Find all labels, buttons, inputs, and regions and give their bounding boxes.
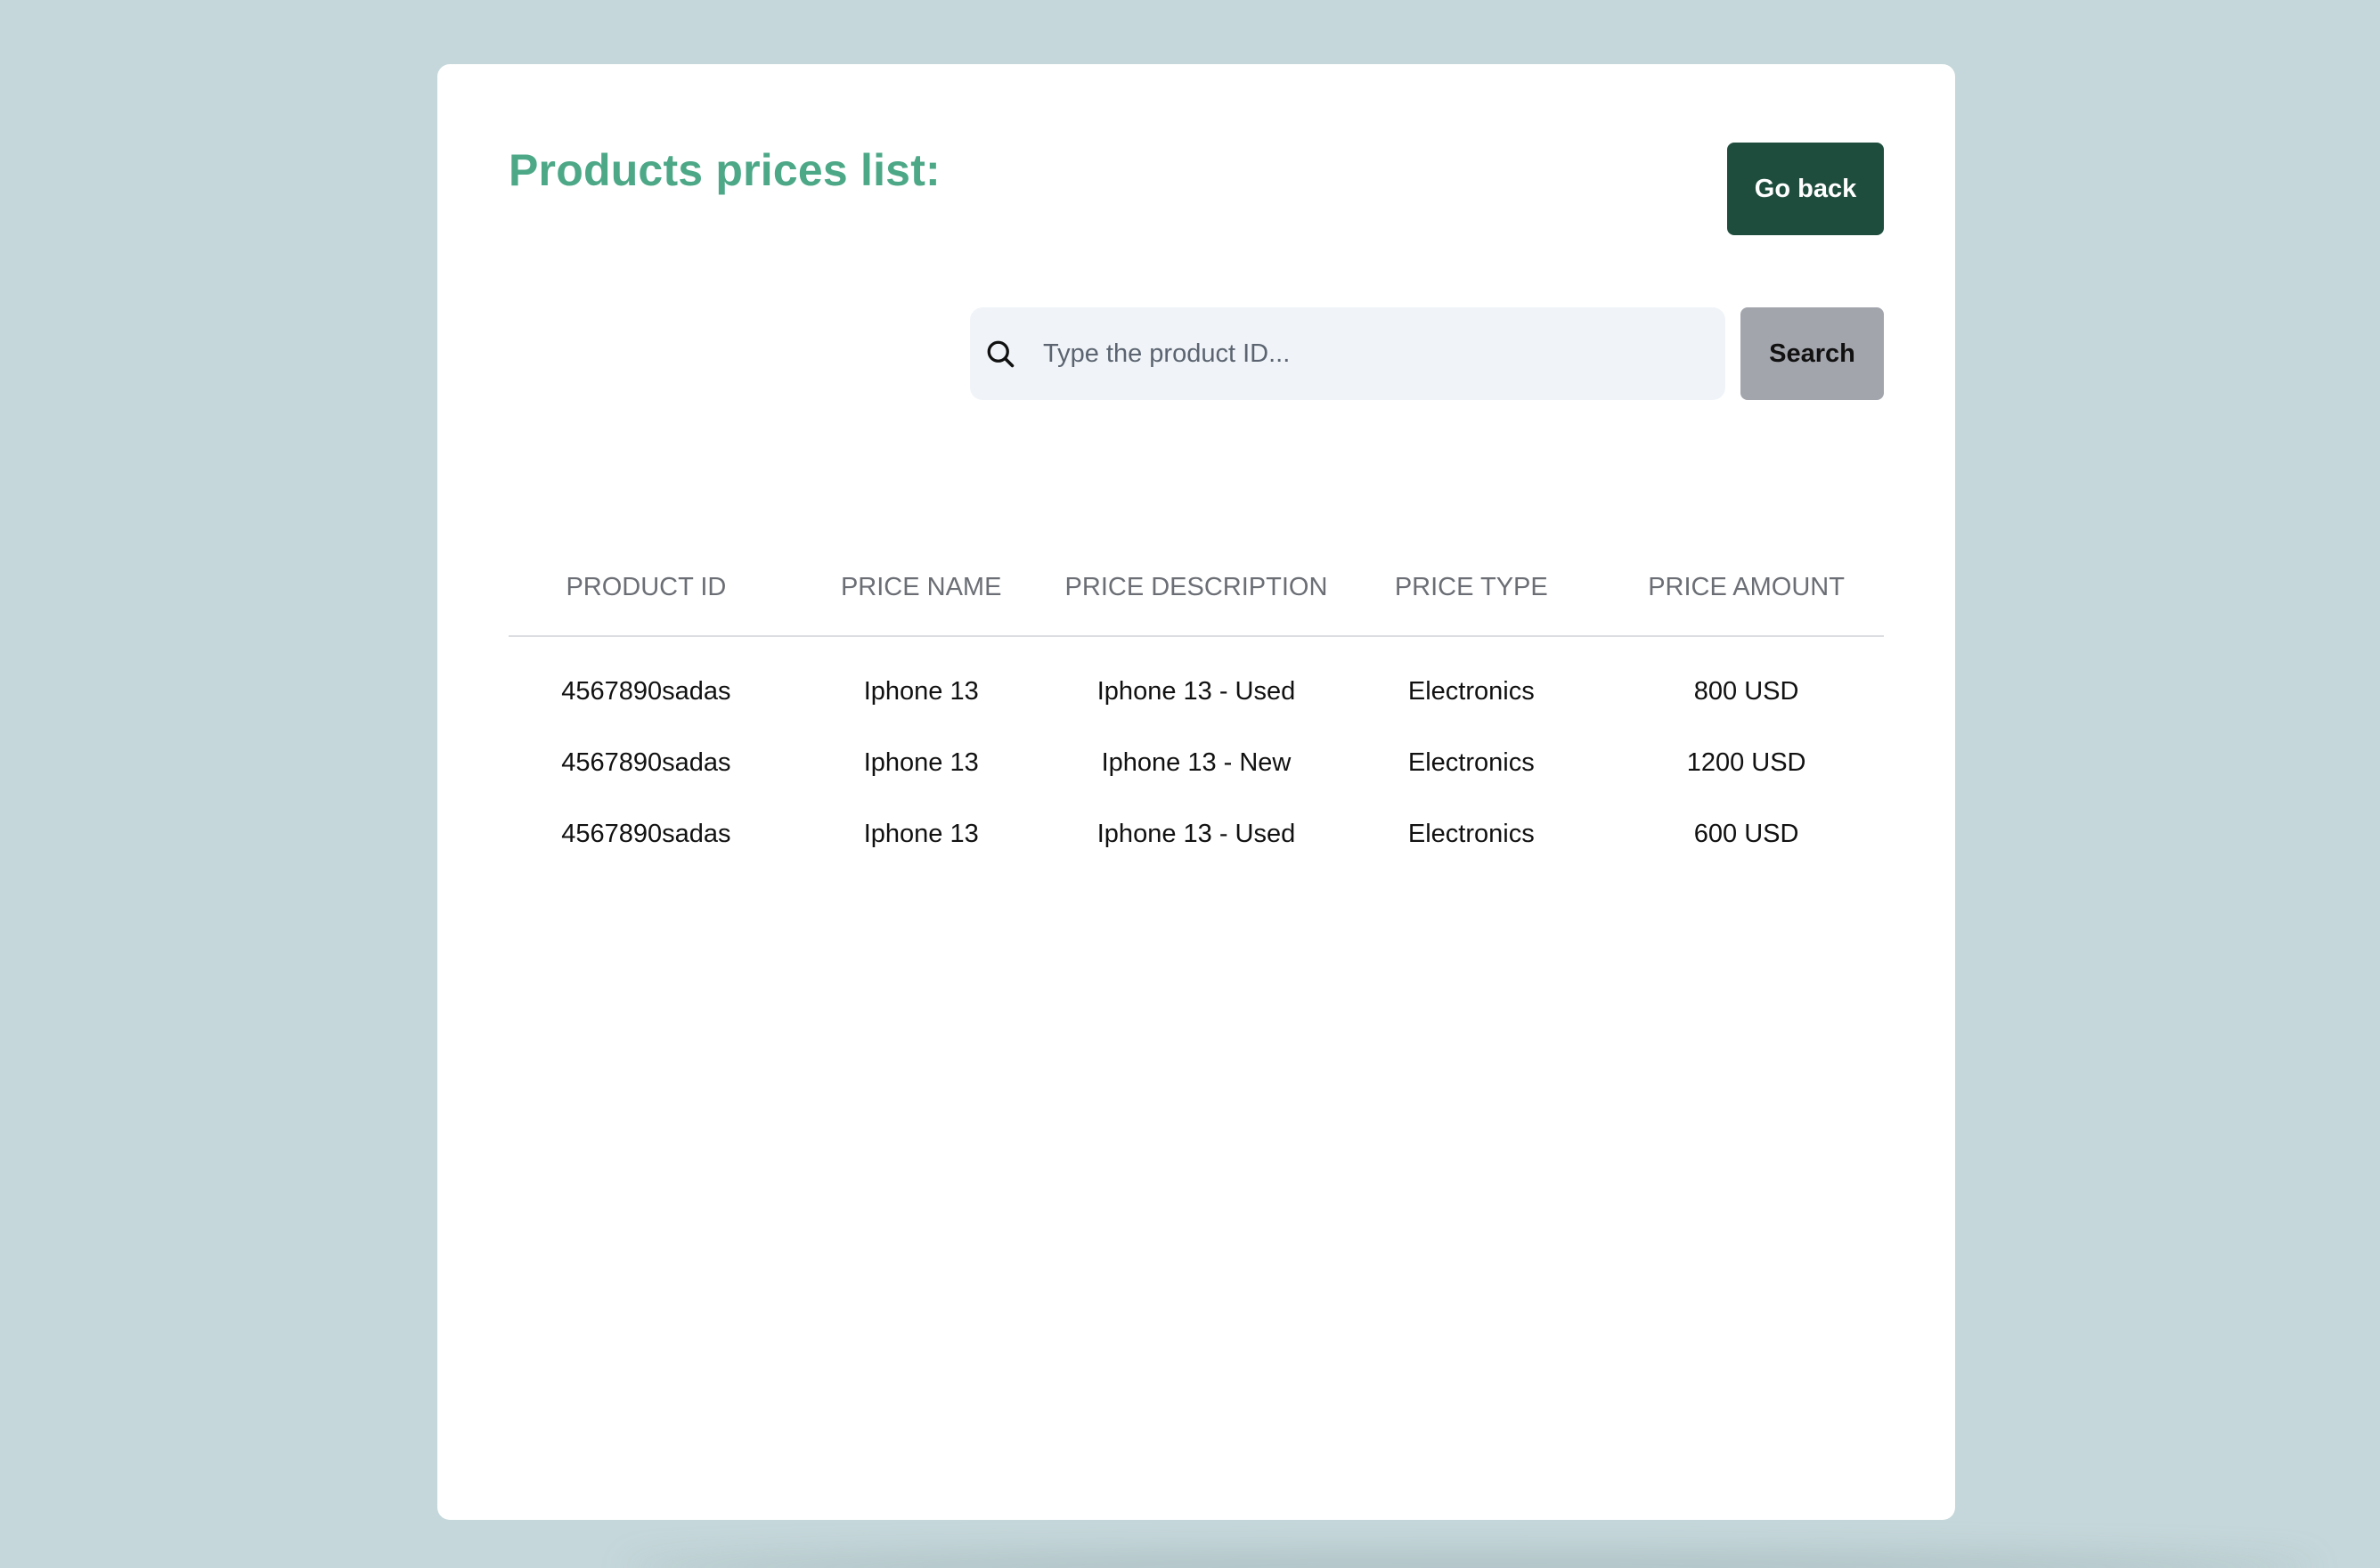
cell-price-name: Iphone 13 [863,819,979,848]
table-body: 4567890sadas Iphone 13 Iphone 13 - Used … [509,636,1884,870]
prices-card: Products prices list: Go back Search PRO… [437,64,1955,1520]
page-shadow [624,1555,2316,1568]
cell-product-id: 4567890sadas [561,677,731,706]
cell-price-name: Iphone 13 [863,747,979,777]
column-header-price-type: PRICE TYPE [1333,545,1610,637]
column-header-price-amount: PRICE AMOUNT [1609,545,1884,637]
table-row: 4567890sadas Iphone 13 Iphone 13 - Used … [509,636,1884,727]
cell-price-description: Iphone 13 - New [1101,747,1292,777]
cell-price-amount: 800 USD [1693,677,1799,706]
search-box [970,307,1725,400]
cell-price-amount: 600 USD [1693,819,1799,848]
cell-price-description: Iphone 13 - Used [1096,677,1296,706]
table-header: PRODUCT ID PRICE NAME PRICE DESCRIPTION … [509,545,1884,637]
cell-price-name: Iphone 13 [863,677,979,706]
page-title: Products prices list: [509,145,941,195]
go-back-button[interactable]: Go back [1727,143,1884,235]
cell-price-amount: 1200 USD [1686,747,1806,777]
table-header-row: PRODUCT ID PRICE NAME PRICE DESCRIPTION … [509,545,1884,637]
column-header-product-id: PRODUCT ID [509,545,784,637]
search-icon [987,340,1015,368]
column-header-price-description: PRICE DESCRIPTION [1058,545,1334,637]
cell-price-type: Electronics [1407,677,1535,706]
search-input[interactable] [1043,307,1711,400]
cell-price-type: Electronics [1407,747,1535,777]
search-button[interactable]: Search [1740,307,1884,400]
cell-price-type: Electronics [1407,819,1535,848]
prices-table: PRODUCT ID PRICE NAME PRICE DESCRIPTION … [509,545,1884,870]
column-header-price-name: PRICE NAME [783,545,1059,637]
table-row: 4567890sadas Iphone 13 Iphone 13 - Used … [509,798,1884,870]
cell-product-id: 4567890sadas [561,747,731,777]
table-row: 4567890sadas Iphone 13 Iphone 13 - New E… [509,727,1884,798]
cell-price-description: Iphone 13 - Used [1096,819,1296,848]
cell-product-id: 4567890sadas [561,819,731,848]
